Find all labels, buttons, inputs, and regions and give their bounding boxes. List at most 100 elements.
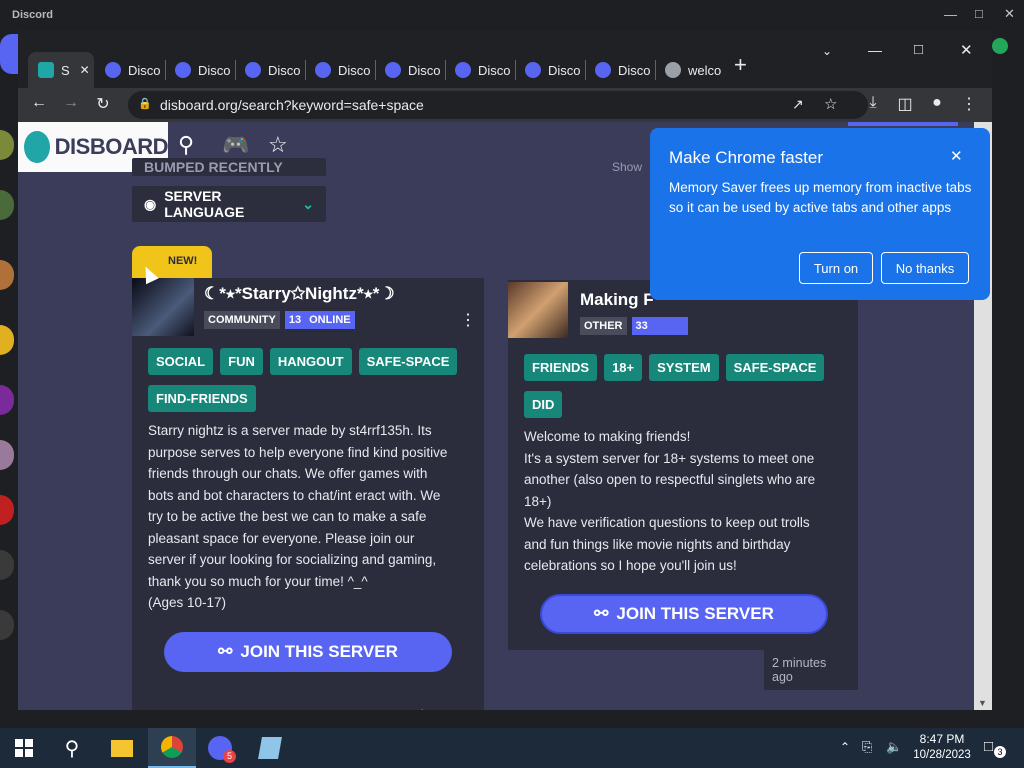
server-icon[interactable]: [0, 325, 14, 355]
server-meta: COMMUNITY 13 ONLINE: [204, 310, 360, 329]
tag-fun[interactable]: FUN: [220, 348, 263, 375]
address-bar[interactable]: 🔒 disboard.org/search?keyword=safe+space…: [128, 91, 868, 119]
popup-title: Make Chrome faster: [669, 148, 823, 167]
tab-discord[interactable]: Disco: [235, 52, 305, 88]
tag-did[interactable]: DID: [524, 391, 563, 418]
new-tab-button[interactable]: +: [734, 52, 747, 78]
discord-taskbar-icon[interactable]: 5: [196, 728, 244, 768]
shown-text: Show: [612, 160, 643, 174]
share-icon[interactable]: ↗: [792, 96, 804, 113]
search-icon[interactable]: ⚲: [178, 132, 194, 158]
tab-discord[interactable]: Disco: [445, 52, 515, 88]
no-thanks-button[interactable]: No thanks: [881, 252, 969, 284]
server-name[interactable]: ☾*⭑*Starry✩Nightz*⭑*☽: [204, 284, 395, 304]
tag-hangout[interactable]: HANGOUT: [269, 348, 352, 375]
server-card-making-friends: Making F OTHER 33 FRIENDS 18+ SYSTEM SAFE-SP…: [508, 280, 858, 650]
profile-icon[interactable]: ●: [926, 94, 948, 112]
login-button-edge[interactable]: [848, 122, 958, 126]
server-icon[interactable]: [0, 190, 14, 220]
server-icon[interactable]: [0, 260, 14, 290]
discord-icon: [105, 62, 121, 78]
popup-body: Memory Saver frees up memory from inacti…: [669, 180, 972, 215]
server-icon[interactable]: [0, 130, 14, 160]
tab-label: Disco: [408, 62, 441, 78]
tag-system[interactable]: SYSTEM: [649, 354, 719, 381]
download-icon[interactable]: ⤓: [862, 94, 884, 112]
tag-find-friends[interactable]: FIND-FRIENDS: [148, 385, 256, 412]
clock-time[interactable]: 8:47 PM: [910, 732, 974, 746]
globe-icon: [665, 62, 681, 78]
chevron-down-icon: ⌄: [302, 195, 314, 212]
close-icon[interactable]: ✕: [950, 147, 963, 165]
disboard-logo-icon: [24, 131, 50, 163]
tab-label: Disco: [268, 62, 301, 78]
tag-safe-space[interactable]: SAFE-SPACE: [725, 354, 825, 381]
bookmark-star-icon[interactable]: ☆: [824, 95, 837, 113]
tab-disboard[interactable]: S ✕: [28, 52, 94, 88]
star-icon[interactable]: ☆: [268, 132, 288, 158]
more-options-icon[interactable]: ⋮: [460, 310, 476, 330]
server-icon[interactable]: [0, 550, 14, 580]
network-icon[interactable]: ⎘: [862, 739, 872, 755]
server-avatar[interactable]: [508, 282, 568, 338]
tab-search-chevron-icon[interactable]: ⌄: [822, 44, 832, 58]
action-center-icon[interactable]: □ 3: [984, 738, 1006, 758]
discord-maximize-button[interactable]: □: [975, 6, 983, 21]
app-taskbar-icon[interactable]: [246, 728, 294, 768]
lock-icon: 🔒: [138, 98, 152, 110]
discord-minimize-button[interactable]: —: [944, 7, 957, 22]
chrome-close-button[interactable]: ✕: [960, 41, 973, 59]
gamepad-icon[interactable]: 🎮: [222, 132, 249, 158]
server-icon[interactable]: [0, 440, 14, 470]
file-explorer-icon[interactable]: [98, 728, 146, 768]
discord-help-icon[interactable]: [992, 38, 1008, 54]
server-avatar[interactable]: [132, 278, 194, 336]
server-icon[interactable]: [0, 610, 14, 640]
search-icon[interactable]: ⚲: [48, 728, 96, 768]
tab-label: Disco: [548, 62, 581, 78]
discord-icon: [175, 62, 191, 78]
tag-safe-space[interactable]: SAFE-SPACE: [358, 348, 458, 375]
discord-icon: [455, 62, 471, 78]
chrome-maximize-button[interactable]: □: [914, 41, 923, 58]
tab-discord[interactable]: Disco: [585, 52, 655, 88]
join-server-button[interactable]: ⚯ JOIN THIS SERVER: [540, 594, 828, 634]
windows-start-icon[interactable]: [0, 728, 48, 768]
server-card-starry-nightz: ☾*⭑*Starry✩Nightz*⭑*☽ COMMUNITY 13 ONLINE …: [132, 278, 484, 710]
volume-icon[interactable]: 🔈: [886, 739, 902, 755]
bumped-recently-filter[interactable]: BUMPED RECENTLY: [132, 158, 326, 176]
tab-label: Disco: [618, 62, 651, 78]
reload-icon[interactable]: ↻: [92, 94, 114, 114]
tag-friends[interactable]: FRIENDS: [524, 354, 598, 381]
tag-social[interactable]: SOCIAL: [148, 348, 214, 375]
chrome-minimize-button[interactable]: —: [868, 42, 882, 58]
turn-on-button[interactable]: Turn on: [799, 252, 873, 284]
tab-discord[interactable]: Disco: [305, 52, 375, 88]
chrome-taskbar-icon[interactable]: [148, 728, 196, 768]
clock-date[interactable]: 10/28/2023: [906, 749, 978, 761]
online-label: ONLINE: [305, 311, 355, 329]
forward-icon[interactable]: →: [60, 94, 82, 112]
join-server-button[interactable]: ⚯ JOIN THIS SERVER: [164, 632, 452, 672]
show-hidden-icons-chevron[interactable]: ⌃: [840, 740, 850, 754]
tab-label: Disco: [338, 62, 371, 78]
tab-discord[interactable]: Disco: [375, 52, 445, 88]
chrome-menu-icon[interactable]: ⋮: [958, 94, 980, 114]
server-language-filter[interactable]: ◉ SERVER LANGUAGE ⌄: [132, 186, 326, 222]
server-icon[interactable]: [0, 385, 14, 415]
tab-welcome[interactable]: welco: [655, 52, 725, 88]
server-icon[interactable]: [0, 495, 14, 525]
notification-count: 3: [994, 746, 1006, 758]
side-panel-icon[interactable]: ◫: [894, 94, 916, 114]
tab-discord[interactable]: Disco: [165, 52, 235, 88]
tab-discord[interactable]: Disco: [95, 52, 165, 88]
disboard-icon: [38, 62, 54, 78]
server-name[interactable]: Making F: [580, 290, 654, 310]
back-icon[interactable]: ←: [28, 94, 50, 112]
discord-close-button[interactable]: ✕: [1004, 6, 1015, 22]
scroll-down-icon[interactable]: ▼: [978, 698, 987, 708]
tag-18-plus[interactable]: 18+: [604, 354, 643, 381]
tab-discord[interactable]: Disco: [515, 52, 585, 88]
close-tab-icon[interactable]: ✕: [80, 63, 90, 77]
discord-icon: [245, 62, 261, 78]
